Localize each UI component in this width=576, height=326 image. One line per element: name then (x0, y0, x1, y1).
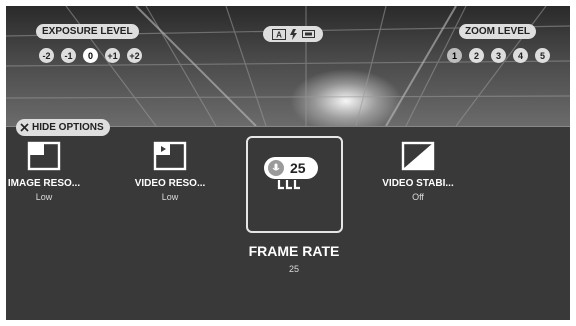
camera-preview: EXPOSURE LEVEL -2 -1 0 +1 +2 A ZOOM LEVE… (6, 6, 570, 126)
exposure-option[interactable]: -2 (39, 48, 54, 63)
zoom-option[interactable]: 4 (513, 48, 528, 63)
camera-app: EXPOSURE LEVEL -2 -1 0 +1 +2 A ZOOM LEVE… (6, 6, 570, 320)
exposure-option-selected[interactable]: 0 (83, 48, 98, 63)
svg-text:A: A (276, 30, 282, 39)
option-image-resolution[interactable]: IMAGE RESO... Low (6, 141, 94, 202)
hide-options-label: HIDE OPTIONS (32, 122, 104, 133)
close-icon (20, 123, 29, 132)
selected-option-value: 25 (288, 264, 299, 274)
aspect-ratio-icon (301, 30, 315, 38)
video-resolution-icon (153, 141, 187, 171)
microphone-icon (268, 160, 284, 176)
zoom-option[interactable]: 2 (469, 48, 484, 63)
frame-rate-badge-value: 25 (290, 160, 306, 176)
selected-option-title: FRAME RATE (248, 243, 340, 259)
zoom-level-label: ZOOM LEVEL (459, 24, 536, 39)
exposure-option[interactable]: +2 (127, 48, 142, 63)
option-title: VIDEO STABI... (382, 178, 454, 189)
exposure-option[interactable]: +1 (105, 48, 120, 63)
auto-focus-icon: A (271, 28, 286, 40)
flash-auto-icon (289, 28, 297, 40)
film-frames-icon (277, 180, 300, 190)
option-title: IMAGE RESO... (7, 178, 81, 189)
option-value: Low (35, 192, 53, 202)
exposure-option[interactable]: -1 (61, 48, 76, 63)
frame-rate-icon: 25 (264, 157, 318, 179)
option-value: Off (412, 192, 424, 202)
hide-options-button[interactable]: HIDE OPTIONS (16, 119, 110, 136)
option-video-stabilization[interactable]: VIDEO STABI... Off (368, 141, 468, 202)
image-resolution-icon (27, 141, 61, 171)
zoom-option[interactable]: 3 (491, 48, 506, 63)
camera-mode-toggle[interactable]: A (263, 26, 323, 42)
zoom-option-selected[interactable]: 1 (447, 48, 462, 63)
option-value: Low (161, 192, 179, 202)
video-stabilization-icon (401, 141, 435, 171)
option-title: VIDEO RESO... (134, 178, 206, 189)
exposure-level-label: EXPOSURE LEVEL (36, 24, 139, 39)
zoom-option[interactable]: 5 (535, 48, 550, 63)
option-video-resolution[interactable]: VIDEO RESO... Low (120, 141, 220, 202)
